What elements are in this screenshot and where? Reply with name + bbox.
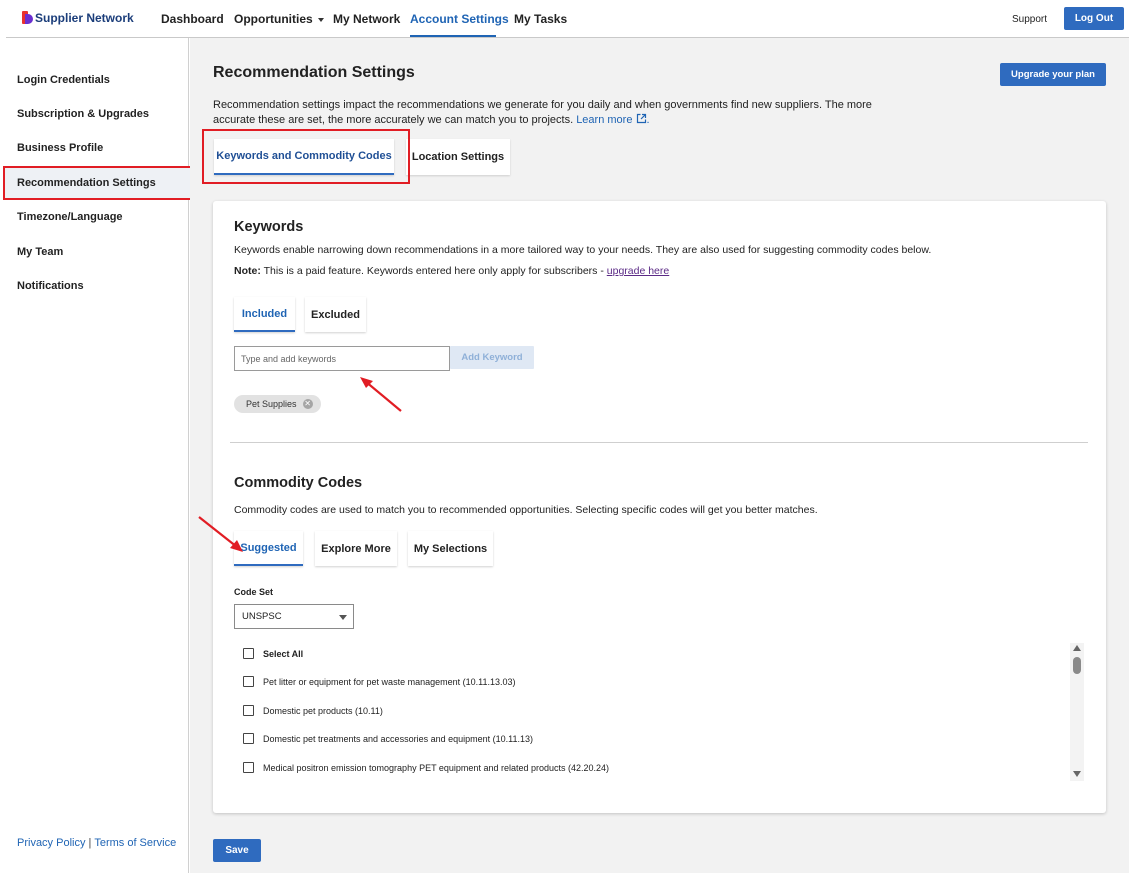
page-description: Recommendation settings impact the recom… bbox=[213, 98, 903, 128]
nav-my-network[interactable]: My Network bbox=[333, 12, 400, 26]
commodity-checkbox[interactable] bbox=[243, 676, 254, 687]
remove-chip-icon[interactable]: ✕ bbox=[302, 399, 313, 409]
select-all-label: Select All bbox=[263, 648, 304, 659]
sidebar-item-business-profile[interactable]: Business Profile bbox=[17, 142, 103, 154]
footer-separator: | bbox=[88, 837, 92, 849]
tab-included[interactable]: Included bbox=[234, 297, 295, 332]
sidebar: Login Credentials Subscription & Upgrade… bbox=[0, 38, 192, 873]
commodity-item-label: Pet litter or equipment for pet waste ma… bbox=[263, 676, 516, 687]
top-nav-bar: Supplier Network Dashboard Opportunities… bbox=[6, 0, 1129, 38]
main-content: Recommendation Settings Upgrade your pla… bbox=[190, 38, 1129, 873]
commodity-codes-description: Commodity codes are used to match you to… bbox=[234, 504, 818, 516]
select-all-checkbox[interactable] bbox=[243, 648, 254, 659]
keyword-chip-label: Pet Supplies bbox=[246, 399, 297, 409]
section-divider bbox=[230, 442, 1088, 443]
nav-opportunities[interactable]: Opportunities bbox=[234, 12, 324, 26]
commodity-item[interactable]: Pet litter or equipment for pet waste ma… bbox=[243, 676, 515, 687]
logo-icon bbox=[22, 11, 33, 24]
chevron-down-icon bbox=[317, 17, 324, 22]
learn-more-link[interactable]: Learn more . bbox=[576, 113, 650, 126]
keywords-heading: Keywords bbox=[234, 219, 304, 235]
commodity-item-label: Domestic pet treatments and accessories … bbox=[263, 733, 533, 744]
nav-my-tasks[interactable]: My Tasks bbox=[514, 12, 567, 26]
sidebar-item-subscription[interactable]: Subscription & Upgrades bbox=[17, 108, 149, 120]
nav-active-underline bbox=[410, 35, 496, 37]
settings-card: Keywords Keywords enable narrowing down … bbox=[213, 201, 1106, 813]
sidebar-item-login-credentials[interactable]: Login Credentials bbox=[17, 74, 110, 86]
keywords-note: Note: This is a paid feature. Keywords e… bbox=[234, 265, 669, 277]
nav-account-settings[interactable]: Account Settings bbox=[410, 12, 509, 26]
note-label: Note: bbox=[234, 265, 261, 277]
commodity-codes-heading: Commodity Codes bbox=[234, 475, 363, 491]
sidebar-item-recommendation-settings[interactable]: Recommendation Settings bbox=[17, 177, 156, 189]
sidebar-footer: Privacy Policy | Terms of Service bbox=[17, 837, 176, 849]
code-set-value: UNSPSC bbox=[242, 611, 282, 622]
select-all-row[interactable]: Select All bbox=[243, 648, 303, 659]
save-button[interactable]: Save bbox=[213, 839, 261, 862]
logo-text: Supplier Network bbox=[35, 11, 134, 25]
upgrade-plan-button[interactable]: Upgrade your plan bbox=[1000, 63, 1106, 86]
sidebar-item-my-team[interactable]: My Team bbox=[17, 246, 63, 258]
commodity-item[interactable]: Domestic pet products (10.11) bbox=[243, 705, 383, 716]
page-title: Recommendation Settings bbox=[213, 64, 415, 81]
tab-excluded[interactable]: Excluded bbox=[305, 297, 366, 332]
commodity-checkbox[interactable] bbox=[243, 762, 254, 773]
tab-location-settings[interactable]: Location Settings bbox=[406, 139, 510, 175]
commodity-checkbox[interactable] bbox=[243, 705, 254, 716]
scroll-down-arrow-icon[interactable] bbox=[1073, 771, 1081, 777]
code-set-label: Code Set bbox=[234, 587, 274, 597]
tab-explore-more[interactable]: Explore More bbox=[315, 531, 397, 566]
commodity-item-label: Medical positron emission tomography PET… bbox=[263, 762, 610, 773]
tab-suggested[interactable]: Suggested bbox=[234, 531, 303, 566]
support-link[interactable]: Support bbox=[1012, 14, 1047, 25]
note-text: This is a paid feature. Keywords entered… bbox=[263, 265, 604, 277]
sidebar-item-notifications[interactable]: Notifications bbox=[17, 280, 84, 292]
add-keyword-button[interactable]: Add Keyword bbox=[450, 346, 534, 369]
nav-opportunities-label: Opportunities bbox=[234, 12, 313, 26]
nav-dashboard[interactable]: Dashboard bbox=[161, 12, 224, 26]
tab-my-selections[interactable]: My Selections bbox=[408, 531, 493, 566]
page-description-text: Recommendation settings impact the recom… bbox=[213, 99, 872, 126]
commodity-item[interactable]: Medical positron emission tomography PET… bbox=[243, 762, 609, 773]
commodity-item[interactable]: Domestic pet treatments and accessories … bbox=[243, 733, 533, 744]
commodity-checkbox[interactable] bbox=[243, 733, 254, 744]
sidebar-item-timezone-language[interactable]: Timezone/Language bbox=[17, 211, 123, 223]
dropdown-arrow-icon bbox=[339, 615, 347, 620]
logo[interactable]: Supplier Network bbox=[22, 11, 134, 24]
keyword-chip: Pet Supplies ✕ bbox=[234, 395, 321, 413]
learn-more-label: Learn more bbox=[576, 114, 633, 126]
terms-of-service-link[interactable]: Terms of Service bbox=[94, 837, 176, 849]
tab-keywords-commodity-codes[interactable]: Keywords and Commodity Codes bbox=[214, 139, 394, 175]
upgrade-here-link[interactable]: upgrade here bbox=[607, 265, 669, 277]
scrollbar-thumb[interactable] bbox=[1073, 657, 1081, 674]
commodity-item-label: Domestic pet products (10.11) bbox=[263, 705, 383, 716]
keywords-description: Keywords enable narrowing down recommend… bbox=[234, 244, 932, 256]
privacy-policy-link[interactable]: Privacy Policy bbox=[17, 837, 85, 849]
logout-button[interactable]: Log Out bbox=[1064, 7, 1124, 30]
external-link-icon bbox=[636, 113, 646, 124]
scroll-up-arrow-icon[interactable] bbox=[1073, 645, 1081, 651]
keyword-input[interactable] bbox=[234, 346, 450, 371]
code-set-select[interactable]: UNSPSC bbox=[234, 604, 354, 629]
